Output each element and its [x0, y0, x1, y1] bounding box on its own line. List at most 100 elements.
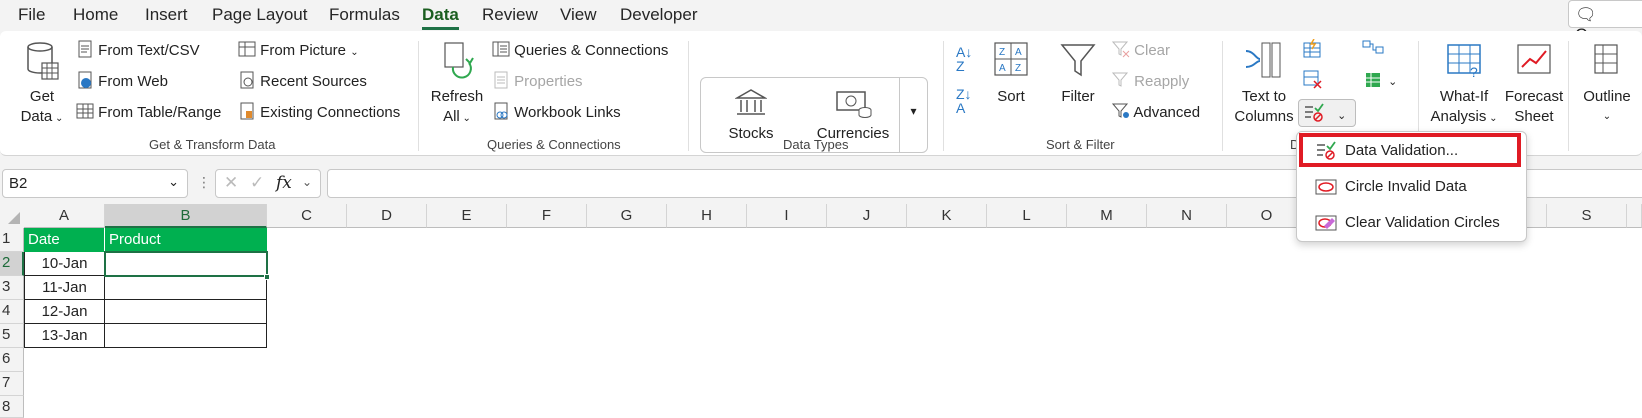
get-data-button[interactable]: Get Data ⌄ [14, 41, 70, 129]
column-header-a[interactable]: A [24, 204, 105, 228]
workbook-links-button[interactable]: Workbook Links [492, 102, 621, 124]
recent-sources-button[interactable]: Recent Sources [238, 71, 367, 93]
column-header-e[interactable]: E [427, 204, 507, 228]
column-header-partial[interactable] [1627, 204, 1642, 228]
more-options-icon[interactable]: ⋮ [197, 174, 211, 191]
tab-view[interactable]: View [560, 5, 597, 25]
menu-item-circle-invalid-data[interactable]: Circle Invalid Data [1305, 172, 1519, 202]
tab-insert[interactable]: Insert [145, 5, 188, 25]
consolidate-button[interactable] [1362, 39, 1384, 63]
table-cell-date[interactable]: 11-Jan [24, 276, 105, 300]
column-header-n[interactable]: N [1147, 204, 1227, 228]
tab-home[interactable]: Home [73, 5, 118, 25]
column-header-m[interactable]: M [1067, 204, 1147, 228]
advanced-filter-icon [1111, 102, 1130, 124]
refresh-icon [444, 42, 474, 79]
row-header-2[interactable]: 2 [0, 252, 24, 276]
column-header-c[interactable]: C [267, 204, 347, 228]
table-cell-date[interactable]: 12-Jan [24, 300, 105, 324]
forecast-chart-icon [1517, 44, 1551, 74]
sort-z-to-a-button[interactable]: Z↓ A [956, 87, 972, 115]
column-header-d[interactable]: D [347, 204, 427, 228]
properties-button[interactable]: Properties [492, 71, 583, 93]
column-header-i[interactable]: I [747, 204, 827, 228]
outline-button[interactable]: Outline ⌄ [1576, 41, 1638, 127]
sort-button[interactable]: Z A A Z Sort [990, 41, 1032, 107]
forecast-sheet-button[interactable]: Forecast Sheet [1502, 41, 1566, 127]
data-validation-icon [1303, 103, 1325, 127]
select-all-corner[interactable] [0, 204, 24, 228]
queries-connections-button[interactable]: Queries & Connections [492, 40, 668, 62]
from-table-range-button[interactable]: From Table/Range [76, 102, 221, 124]
column-header-s[interactable]: S [1547, 204, 1627, 228]
column-header-o[interactable]: O [1227, 204, 1307, 228]
row-header-4[interactable]: 4 [0, 300, 24, 324]
fill-handle[interactable] [264, 274, 270, 280]
column-header-f[interactable]: F [507, 204, 587, 228]
filter-button[interactable]: Filter [1056, 41, 1100, 107]
insert-function-button[interactable]: fx [276, 173, 292, 193]
sort-a-to-z-button[interactable]: A↓ Z [956, 45, 972, 73]
group-label-get-transform: Get & Transform Data [149, 137, 276, 152]
workbook-links-label: Workbook Links [514, 103, 621, 121]
header-cell-date[interactable]: Date [24, 228, 105, 252]
group-separator [418, 41, 419, 151]
comments-button[interactable]: 🗨 Comm [1568, 0, 1642, 44]
chevron-down-icon[interactable]: ⌄ [302, 175, 312, 189]
row-header-6[interactable]: 6 [0, 348, 24, 372]
svg-text:A: A [999, 63, 1006, 74]
row-header-7[interactable]: 7 [0, 372, 24, 396]
from-text-csv-button[interactable]: From Text/CSV [76, 40, 200, 62]
tab-page-layout[interactable]: Page Layout [212, 5, 307, 25]
tab-file[interactable]: File [18, 5, 45, 25]
group-separator [688, 41, 689, 151]
gallery-expand-button[interactable]: ▾ [899, 78, 927, 152]
column-header-h[interactable]: H [667, 204, 747, 228]
table-cell-product[interactable] [105, 324, 267, 348]
text-to-columns-label-2: Columns [1234, 108, 1294, 125]
existing-connections-button[interactable]: Existing Connections [238, 102, 400, 124]
name-box[interactable]: B2 ⌄ [2, 169, 188, 198]
enter-icon[interactable]: ✓ [250, 173, 264, 193]
currencies-button[interactable]: Currencies [811, 88, 895, 144]
column-header-j[interactable]: J [827, 204, 907, 228]
row-header-3[interactable]: 3 [0, 276, 24, 300]
sort-label: Sort [997, 88, 1025, 105]
remove-duplicates-button[interactable] [1302, 69, 1322, 93]
web-page-icon [76, 71, 94, 93]
chevron-down-icon: ⌄ [350, 46, 359, 58]
data-validation-dropdown-button[interactable]: ⌄ [1298, 99, 1356, 127]
column-header-l[interactable]: L [987, 204, 1067, 228]
row-header-8[interactable]: 8 [0, 396, 24, 418]
cancel-icon[interactable]: ✕ [224, 173, 238, 193]
column-header-k[interactable]: K [907, 204, 987, 228]
what-if-analysis-button[interactable]: ? What-If Analysis ⌄ [1424, 41, 1504, 129]
reapply-label: Reapply [1134, 72, 1190, 90]
menu-item-clear-validation-circles[interactable]: Clear Validation Circles [1305, 208, 1519, 238]
tab-review[interactable]: Review [482, 5, 538, 25]
flash-fill-button[interactable] [1302, 38, 1322, 63]
table-cell-product[interactable] [105, 300, 267, 324]
text-to-columns-button[interactable]: Text to Columns [1232, 41, 1296, 127]
filter-label: Filter [1061, 88, 1095, 105]
chevron-down-icon[interactable]: ⌄ [168, 174, 179, 190]
refresh-all-button[interactable]: Refresh All ⌄ [428, 41, 486, 129]
row-header-5[interactable]: 5 [0, 324, 24, 348]
advanced-filter-button[interactable]: Advanced [1111, 102, 1200, 124]
table-cell-date[interactable]: 13-Jan [24, 324, 105, 348]
stocks-button[interactable]: Stocks [719, 88, 783, 144]
tab-formulas[interactable]: Formulas [329, 5, 400, 25]
header-cell-product[interactable]: Product [105, 228, 267, 252]
column-header-b[interactable]: B [105, 204, 267, 228]
data-model-button[interactable]: ⌄ [1362, 69, 1397, 93]
from-picture-button[interactable]: From Picture ⌄ [238, 40, 359, 62]
table-cell-product[interactable] [105, 276, 267, 300]
reapply-button[interactable]: Reapply [1111, 71, 1190, 93]
from-web-button[interactable]: From Web [76, 71, 168, 93]
tab-data[interactable]: Data [422, 5, 459, 30]
clear-filter-button[interactable]: Clear [1111, 40, 1170, 62]
table-cell-date[interactable]: 10-Jan [24, 252, 105, 276]
tab-developer[interactable]: Developer [620, 5, 698, 25]
column-header-g[interactable]: G [587, 204, 667, 228]
row-header-1[interactable]: 1 [0, 228, 24, 252]
